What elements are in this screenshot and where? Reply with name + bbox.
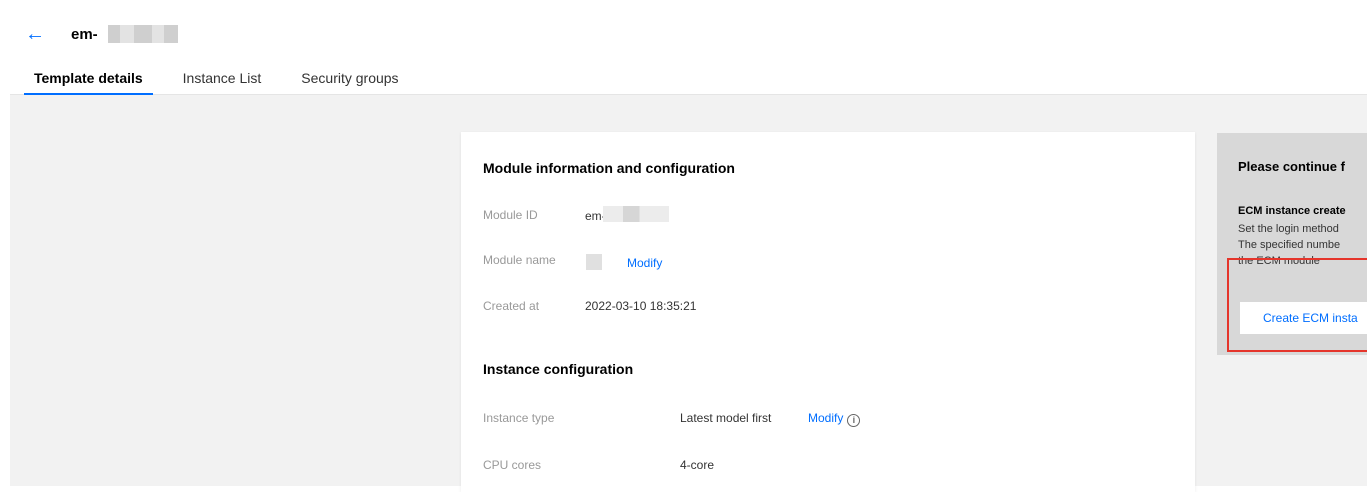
tab-instance-list[interactable]: Instance List [183, 70, 262, 94]
module-section-title: Module information and configuration [483, 160, 735, 176]
page-title: em- [71, 26, 98, 43]
create-ecm-instance-button[interactable]: Create ECM insta [1240, 302, 1367, 334]
instance-type-modify-link[interactable]: Modify i [808, 411, 861, 427]
next-step-subtitle: ECM instance create [1238, 205, 1346, 217]
next-step-line-2: The specified numbe [1238, 239, 1341, 251]
next-step-line-1: Set the login method [1238, 223, 1339, 235]
cpu-cores-label: CPU cores [483, 458, 542, 472]
arrow-left-icon[interactable]: ← [25, 24, 45, 44]
module-id-label: Module ID [483, 208, 538, 222]
instance-type-modify-label: Modify [808, 411, 844, 425]
module-info-card: Module information and configuration Mod… [461, 132, 1195, 492]
window-edge [0, 0, 10, 486]
next-step-title: Please continue f [1238, 159, 1345, 174]
instance-type-label: Instance type [483, 411, 555, 425]
module-name-label: Module name [483, 253, 556, 267]
instance-section-title: Instance configuration [483, 361, 634, 377]
created-at-label: Created at [483, 299, 540, 313]
tab-security-groups[interactable]: Security groups [301, 70, 398, 94]
cpu-cores-value: 4-core [680, 458, 715, 472]
page-header: ← em- Template details Instance List Sec… [10, 10, 1367, 95]
tab-bar: Template details Instance List Security … [24, 70, 439, 95]
info-circle-icon[interactable]: i [847, 414, 861, 427]
redacted-title-mask [108, 25, 178, 43]
redacted-module-id [603, 206, 669, 222]
module-name-modify-link[interactable]: Modify [627, 256, 662, 270]
redacted-module-name [586, 254, 602, 270]
tab-template-details[interactable]: Template details [24, 70, 153, 95]
created-at-value: 2022-03-10 18:35:21 [585, 299, 697, 313]
instance-type-value: Latest model first [680, 411, 772, 425]
